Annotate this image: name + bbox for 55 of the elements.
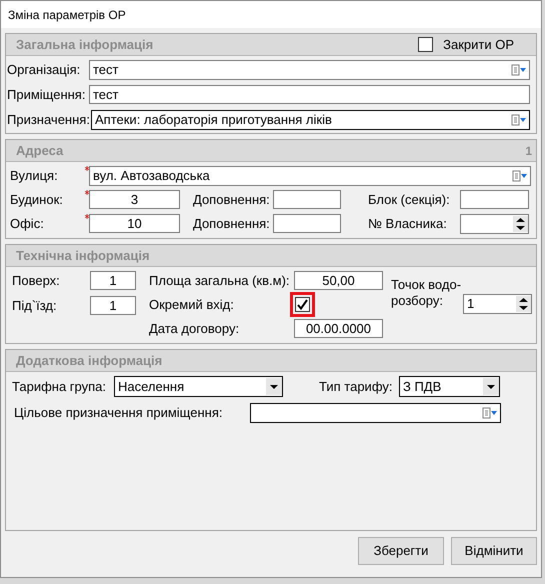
select-field[interactable]: З ПДВ (399, 376, 500, 397)
checkbox-label[interactable]: Закрити ОР (443, 34, 514, 54)
field-label: Площа загальна (кв.м): (149, 272, 291, 290)
text-field[interactable]: 1 (90, 296, 136, 315)
text-field[interactable]: 50,00 (294, 271, 383, 290)
field-label: Тарифна група: (12, 378, 108, 396)
lookup-dropdown-icon[interactable] (511, 64, 527, 76)
field-label: Доповнення: (193, 191, 271, 209)
field-label: Офіс: (10, 214, 45, 233)
dialog-button[interactable]: Відмінити (451, 537, 537, 565)
lookup-dropdown-icon[interactable] (482, 407, 498, 419)
field-label: Тип тарифу: (319, 378, 394, 396)
text-field[interactable] (460, 190, 529, 210)
field-label: Блок (секція): (368, 191, 451, 209)
field-label: Цільове призначення приміщення: (13, 404, 224, 422)
field-label: Приміщення: (7, 86, 86, 104)
checkbox[interactable] (418, 37, 434, 52)
lookup-field[interactable]: Аптеки: лабораторія приготування ліків (91, 110, 530, 130)
window-title: Зміна параметрів ОР (8, 6, 126, 24)
field-label: Організація: (7, 61, 82, 80)
text-field[interactable]: 1 (90, 271, 136, 290)
select-field[interactable]: Населення (114, 376, 283, 397)
text-field[interactable]: тест (89, 85, 530, 104)
spinner-arrows-icon[interactable] (516, 296, 531, 312)
field-label: Призначення: (7, 110, 91, 129)
lookup-field[interactable]: тест (89, 60, 530, 80)
section-counter: 1 (525, 142, 532, 160)
text-field[interactable] (273, 190, 341, 210)
lookup-field[interactable] (250, 403, 501, 423)
section-title: Адреса (16, 142, 64, 160)
section-title: Загальна інформація (16, 36, 154, 54)
field-label: Під`їзд: (12, 296, 58, 315)
section-title: Додаткова інформація (16, 352, 162, 370)
spinner-arrows-icon[interactable] (513, 216, 528, 232)
field-label: Будинок: (10, 191, 64, 209)
lookup-field[interactable]: вул. Автозаводська (89, 166, 531, 186)
text-field[interactable]: 10 (89, 214, 180, 233)
checkbox[interactable] (295, 297, 310, 312)
lookup-dropdown-icon[interactable] (512, 170, 528, 182)
dialog-button[interactable]: Зберегти (358, 537, 444, 565)
field-label: Дата договору: (149, 320, 240, 338)
check-icon (297, 299, 308, 310)
spinner-field[interactable] (460, 214, 529, 234)
field-label: Точок водо-розбору: (391, 277, 462, 309)
text-field[interactable] (273, 214, 341, 233)
field-label: Вулиця: (10, 167, 59, 186)
field-label: Окремий вхід: (149, 296, 235, 314)
field-label: Доповнення: (193, 214, 271, 233)
text-field[interactable]: 3 (89, 190, 180, 210)
lookup-dropdown-icon[interactable] (511, 114, 527, 126)
spinner-field[interactable]: 1 (463, 294, 532, 314)
field-label: Поверх: (12, 272, 61, 290)
text-field[interactable]: 00.00.0000 (294, 318, 383, 338)
field-label: № Власника: (368, 214, 448, 233)
section-title: Технічна інформація (16, 246, 150, 265)
